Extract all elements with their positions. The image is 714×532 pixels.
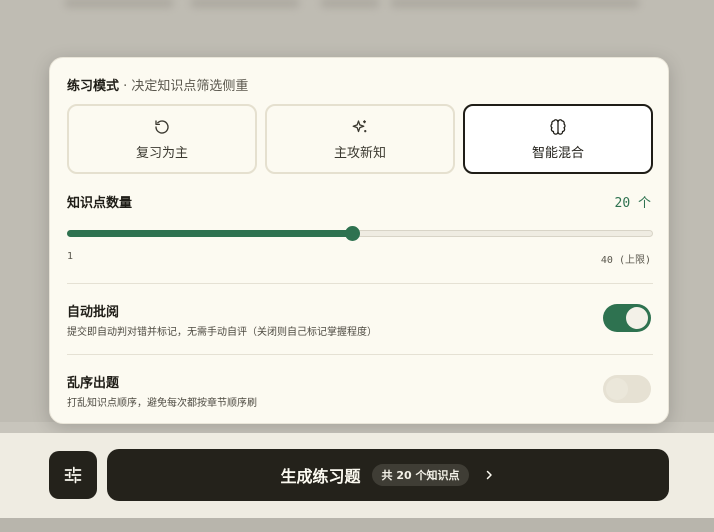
slider-min-label: 1 (67, 251, 74, 262)
auto-grade-title: 自动批阅 (67, 305, 120, 320)
slider-thumb[interactable] (345, 226, 360, 241)
practice-mode-title: 练习模式 (67, 79, 120, 94)
mode-review-first[interactable]: 复习为主 (67, 104, 257, 174)
practice-mode-heading: 练习模式 · 决定知识点筛选侧重 (67, 75, 248, 94)
practice-mode-options: 复习为主 主攻新知 智能混合 (67, 104, 653, 174)
mode-label: 复习为主 (135, 145, 188, 161)
practice-settings-panel: 练习模式 · 决定知识点筛选侧重 复习为主 主攻新知 智能混合 知识点数量 20… (49, 57, 669, 424)
toggle-knob (626, 307, 648, 329)
brain-icon (550, 118, 566, 135)
chevron-right-icon (487, 470, 493, 480)
knowledge-count-label: 知识点数量 (67, 196, 133, 211)
slider-max-label: 40 (上限) (600, 255, 651, 266)
practice-mode-subtitle: · 决定知识点筛选侧重 (119, 79, 249, 94)
generate-exercises-button[interactable]: 生成练习题 共 20 个知识点 (107, 449, 669, 501)
generate-label: 生成练习题 (280, 467, 361, 486)
toggle-knob (606, 378, 628, 400)
mode-label: 主攻新知 (333, 145, 386, 161)
background-content (0, 0, 714, 60)
knowledge-count-badge: 共 20 个知识点 (371, 464, 470, 486)
mode-new-knowledge[interactable]: 主攻新知 (265, 104, 455, 174)
refresh-icon (155, 119, 169, 134)
sliders-icon (64, 466, 82, 484)
mode-label: 智能混合 (531, 145, 584, 161)
mode-smart-mix[interactable]: 智能混合 (463, 104, 653, 174)
slider-fill (67, 230, 352, 237)
divider (67, 283, 653, 284)
settings-button[interactable] (49, 451, 97, 499)
knowledge-count-slider[interactable] (67, 226, 653, 241)
shuffle-title: 乱序出题 (67, 376, 120, 391)
shuffle-toggle[interactable] (603, 375, 651, 403)
divider (67, 354, 653, 355)
auto-grade-toggle[interactable] (603, 304, 651, 332)
knowledge-count-value: 20 个 (614, 196, 651, 211)
bottom-edge (0, 518, 714, 532)
shuffle-description: 打乱知识点顺序，避免每次都按章节顺序刷 (67, 398, 257, 409)
sparkle-icon (352, 119, 367, 132)
auto-grade-description: 提交即自动判对错并标记，无需手动自评（关闭则自己标记掌握程度） (67, 327, 377, 338)
